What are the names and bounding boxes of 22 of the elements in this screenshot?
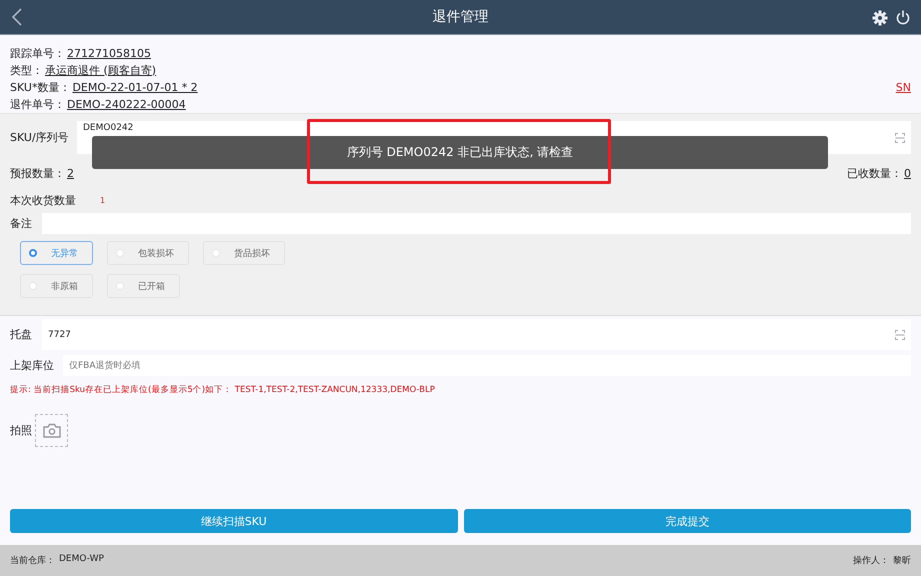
- field-label: 已收数量：: [847, 166, 902, 180]
- field-label: 类型：: [10, 62, 43, 78]
- quantity-value: 0: [904, 166, 911, 180]
- quantity-value: 1: [100, 196, 106, 204]
- footer-label: 操作人：: [853, 554, 889, 567]
- field-label: 上架库位: [10, 358, 55, 373]
- operator-name: 黎昕: [893, 554, 911, 567]
- page-title: 退件管理: [432, 8, 488, 26]
- field-label: 本次收货数量: [10, 192, 77, 208]
- footer-label: 当前仓库：: [10, 554, 55, 567]
- field-label: 跟踪单号：: [10, 46, 65, 60]
- field-label: SKU*数量：: [10, 80, 70, 94]
- quantity-value: 2: [67, 166, 74, 180]
- field-label: 托盘: [10, 327, 33, 342]
- warehouse-name: DEMO-WP: [59, 554, 104, 566]
- field-label: SKU/序列号: [10, 130, 70, 145]
- error-toast: 序列号 DEMO0242 非已出库状态, 请检查: [92, 136, 828, 169]
- hint-text: 提示: 当前扫描Sku存在已上架库位(最多显示5个)如下： TEST-1,TEST-2,TEST-ZANCUN,12333,DEMO-BLP: [10, 384, 436, 396]
- field-label: 拍照: [10, 423, 33, 438]
- field-label: 备注: [10, 216, 33, 231]
- field-label: 退件单号：: [10, 96, 65, 112]
- field-label: 预报数量：: [10, 166, 65, 180]
